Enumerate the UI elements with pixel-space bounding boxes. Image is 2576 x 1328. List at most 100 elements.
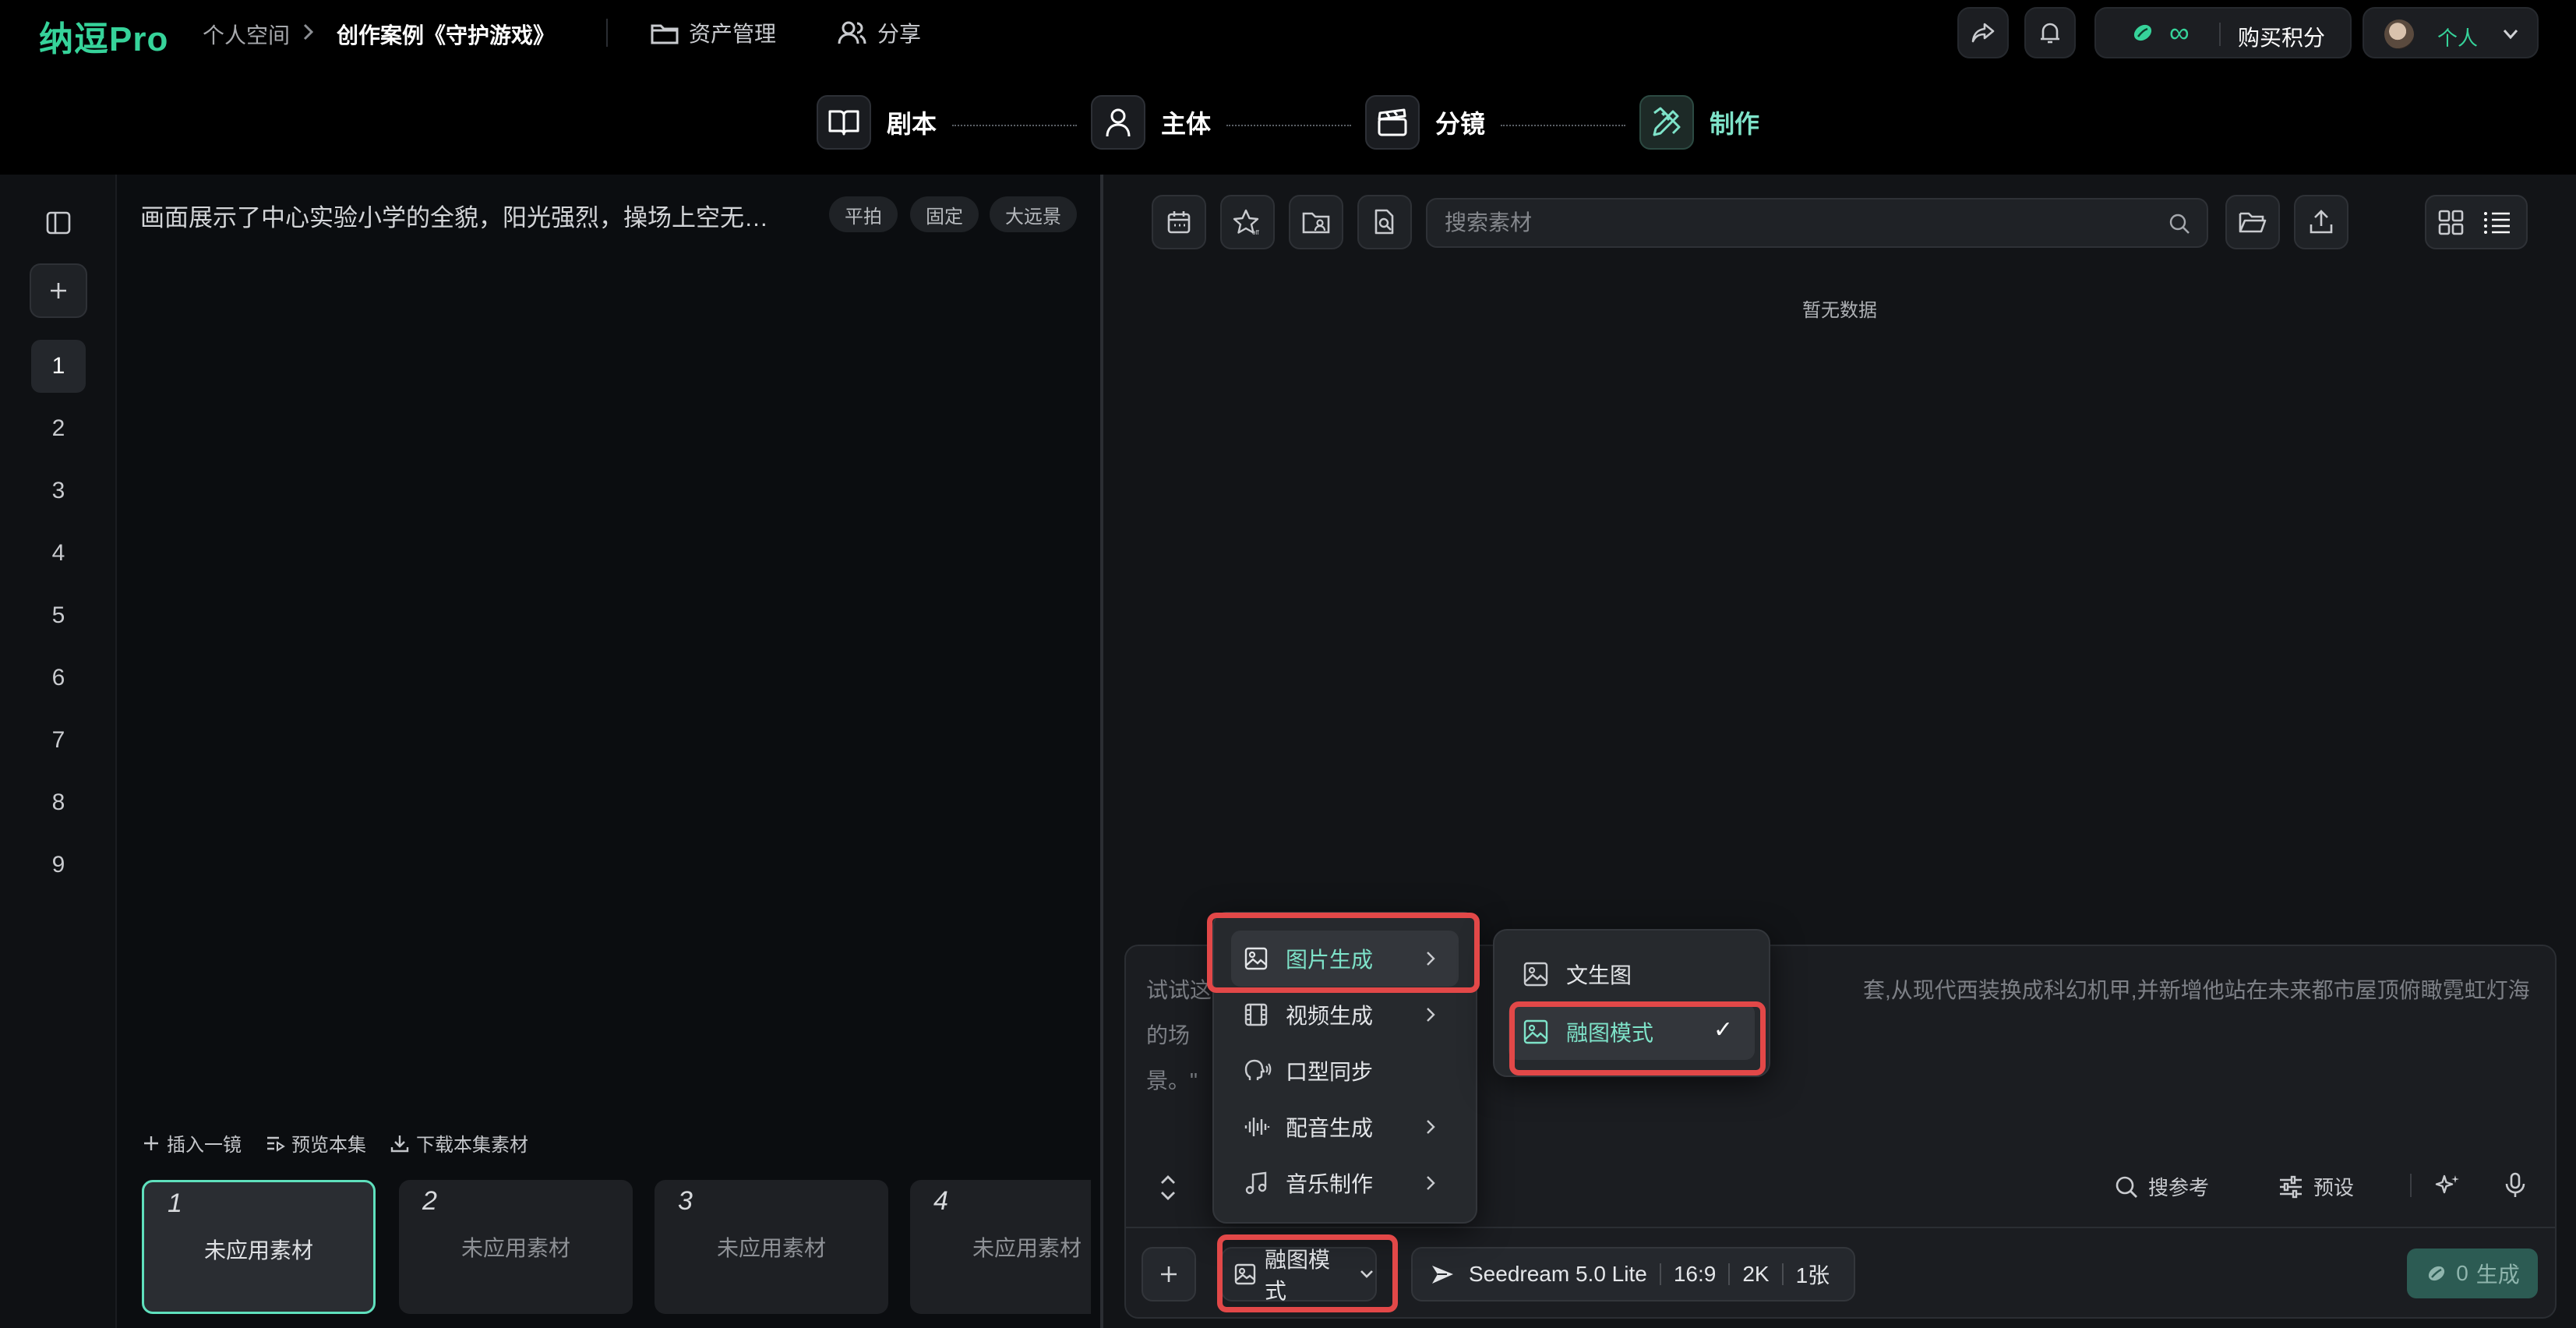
divider [2410,1174,2412,1197]
bell-icon [2038,20,2062,45]
nav-asset-management[interactable]: 资产管理 [650,14,776,51]
divider [1659,1263,1661,1285]
person-icon [1091,95,1145,150]
shot-3[interactable]: 3 [31,464,86,517]
tag-camera-movement[interactable]: 固定 [910,196,979,232]
bean-icon [2425,1263,2448,1284]
submenu-item-text-to-image[interactable]: 文生图 [1494,946,1769,1002]
breadcrumb-current-project[interactable]: 创作案例《守护游戏》 [337,19,555,50]
credits-balance: ∞ [2169,16,2190,48]
menu-item-lip-sync[interactable]: 口型同步 [1214,1043,1476,1099]
preset-label: 预设 [2313,1176,2355,1199]
folder-open-icon [2238,210,2267,235]
aspect-ratio: 16:9 [1673,1262,1717,1286]
step-label: 分镜 [1435,110,1486,138]
app-logo[interactable]: 纳逗Pro [39,11,168,61]
breadcrumb-personal-space[interactable]: 个人空间 [203,19,290,50]
shot-4[interactable]: 4 [31,527,86,580]
add-attachment-button[interactable] [1142,1247,1196,1302]
share-button[interactable] [1957,7,2009,58]
submenu-item-label: 文生图 [1566,963,1632,987]
upload-button[interactable] [2294,195,2348,249]
shot-6[interactable]: 6 [31,652,86,705]
empty-state-text: 暂无数据 [1802,300,1877,321]
step-connector [1501,125,1625,126]
search-icon [2114,1174,2139,1199]
shot-thumbnail-2[interactable]: 2 未应用素材 [399,1180,633,1314]
list-play-icon [265,1134,285,1153]
shot-thumbnail-4[interactable]: 4 未应用素材 [910,1180,1091,1314]
model-name: Seedream 5.0 Lite [1469,1262,1647,1286]
shot-9[interactable]: 9 [31,839,86,892]
chevron-right-icon [299,20,318,44]
list-view-icon[interactable] [2482,209,2512,237]
action-label: 插入一镜 [167,1135,242,1156]
magic-enhance-icon[interactable] [2435,1172,2461,1199]
asset-search-input[interactable] [1445,200,2146,246]
thumbnail-number: 1 [168,1188,182,1218]
generate-button[interactable]: 0 生成 [2407,1249,2538,1298]
menu-item-label: 口型同步 [1286,1060,1374,1084]
file-search-button[interactable] [1357,195,1412,249]
waveform-icon [1244,1114,1270,1139]
shot-thumbnail-3[interactable]: 3 未应用素材 [655,1180,888,1314]
notifications-button[interactable] [2024,7,2076,58]
grid-view-icon[interactable] [2437,209,2465,237]
shot-8[interactable]: 8 [31,776,86,829]
step-storyboard[interactable]: 分镜 [1365,95,1485,150]
tag-camera-angle[interactable]: 平拍 [829,196,898,232]
shared-folder-button[interactable] [1289,195,1343,249]
tag-shot-size[interactable]: 大远景 [990,196,1077,232]
shot-2[interactable]: 2 [31,402,86,455]
book-icon [817,95,871,150]
search-reference-button[interactable]: 搜参考 [2114,1172,2209,1201]
step-connector [1226,125,1351,126]
search-icon[interactable] [2168,212,2191,235]
highlight-box [1207,913,1480,993]
expand-collapse-icon[interactable] [1157,1174,1179,1202]
microphone-icon[interactable] [2504,1172,2527,1199]
open-folder-button[interactable] [2225,195,2280,249]
download-episode-assets-button[interactable]: 下载本集素材 [390,1129,528,1157]
step-connector [952,125,1077,126]
prompt-line-2: 景。" [1146,1068,1198,1093]
thumbnail-status: 未应用素材 [972,1236,1082,1260]
thumbnail-status: 未应用素材 [716,1236,826,1260]
generate-cost: 0 [2456,1261,2468,1285]
step-label: 主体 [1161,110,1212,138]
preset-button[interactable]: 预设 [2278,1172,2354,1201]
workflow-steps: 剧本 主体 分镜 制作 [0,65,2576,175]
folder-user-icon [1301,209,1331,235]
menu-item-video-generation[interactable]: 视频生成 [1214,987,1476,1043]
plus-icon [142,1134,161,1153]
preview-episode-button[interactable]: 预览本集 [265,1129,366,1157]
shot-detail-panel: 画面展示了中心实验小学的全貌，阳光强烈，操场上空无… 平拍 固定 大远景 插入一… [118,175,1100,1328]
menu-item-music[interactable]: 音乐制作 [1214,1155,1476,1211]
sidebar-toggle-icon[interactable] [45,210,72,235]
clapperboard-icon [1365,95,1420,150]
model-settings-button[interactable]: Seedream 5.0 Lite 16:9 2K 1张 [1411,1247,1855,1302]
shot-7[interactable]: 7 [31,714,86,767]
step-script[interactable]: 剧本 [817,95,937,150]
folder-icon [650,19,679,46]
shot-thumbnail-1[interactable]: 1 未应用素材 [142,1180,376,1314]
favorites-filter-button[interactable]: off [1220,195,1275,249]
buy-credits-button[interactable]: 购买积分 [2238,21,2325,52]
account-menu[interactable]: 个人 [2363,7,2539,58]
shot-5[interactable]: 5 [31,589,86,642]
menu-item-label: 视频生成 [1286,1004,1374,1028]
filter-by-date-button[interactable] [1152,195,1206,249]
lip-sync-icon [1244,1058,1272,1083]
menu-item-voiceover[interactable]: 配音生成 [1214,1099,1476,1155]
nav-share[interactable]: 分享 [837,14,921,51]
svg-text:off: off [1252,229,1260,236]
step-production[interactable]: 制作 [1639,95,1759,150]
add-shot-button[interactable] [30,263,87,318]
highlight-box [1217,1234,1398,1312]
scene-description[interactable]: 画面展示了中心实验小学的全貌，阳光强烈，操场上空无… [140,198,768,233]
bean-icon [2130,21,2155,44]
insert-shot-button[interactable]: 插入一镜 [142,1129,242,1157]
plus-icon [48,280,69,302]
step-subject[interactable]: 主体 [1091,95,1211,150]
shot-1[interactable]: 1 [31,340,86,393]
